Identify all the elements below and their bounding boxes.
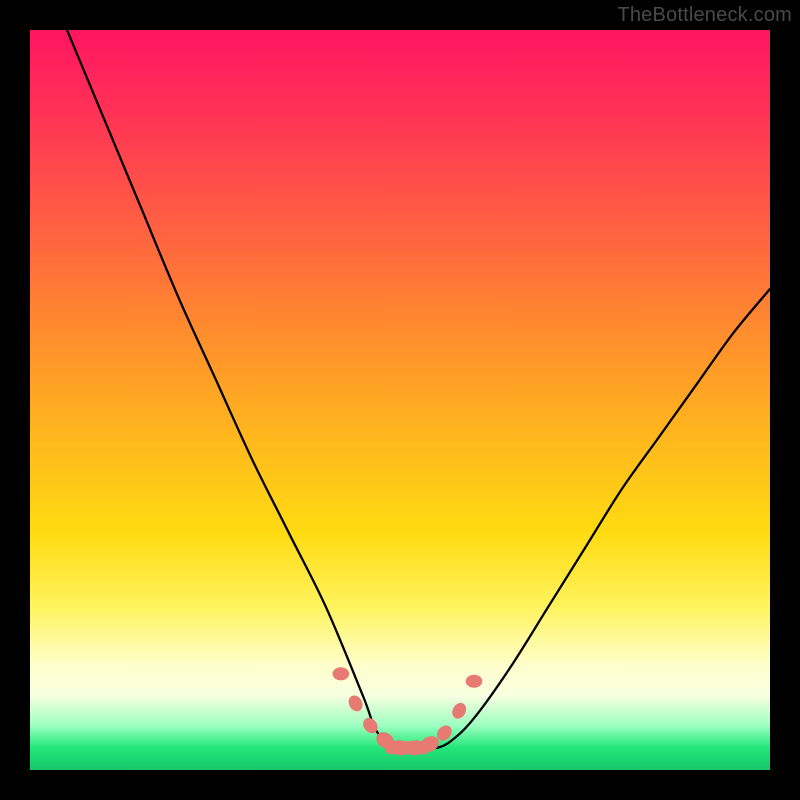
valley-marker xyxy=(450,701,468,720)
curve-path xyxy=(67,30,770,749)
watermark-text: TheBottleneck.com xyxy=(617,4,792,27)
valley-markers xyxy=(333,668,482,757)
valley-marker xyxy=(333,668,349,680)
valley-marker xyxy=(466,675,482,687)
valley-marker xyxy=(347,694,365,713)
chart-frame: TheBottleneck.com xyxy=(0,0,800,800)
plot-area xyxy=(30,30,770,770)
bottleneck-curve xyxy=(30,30,770,770)
